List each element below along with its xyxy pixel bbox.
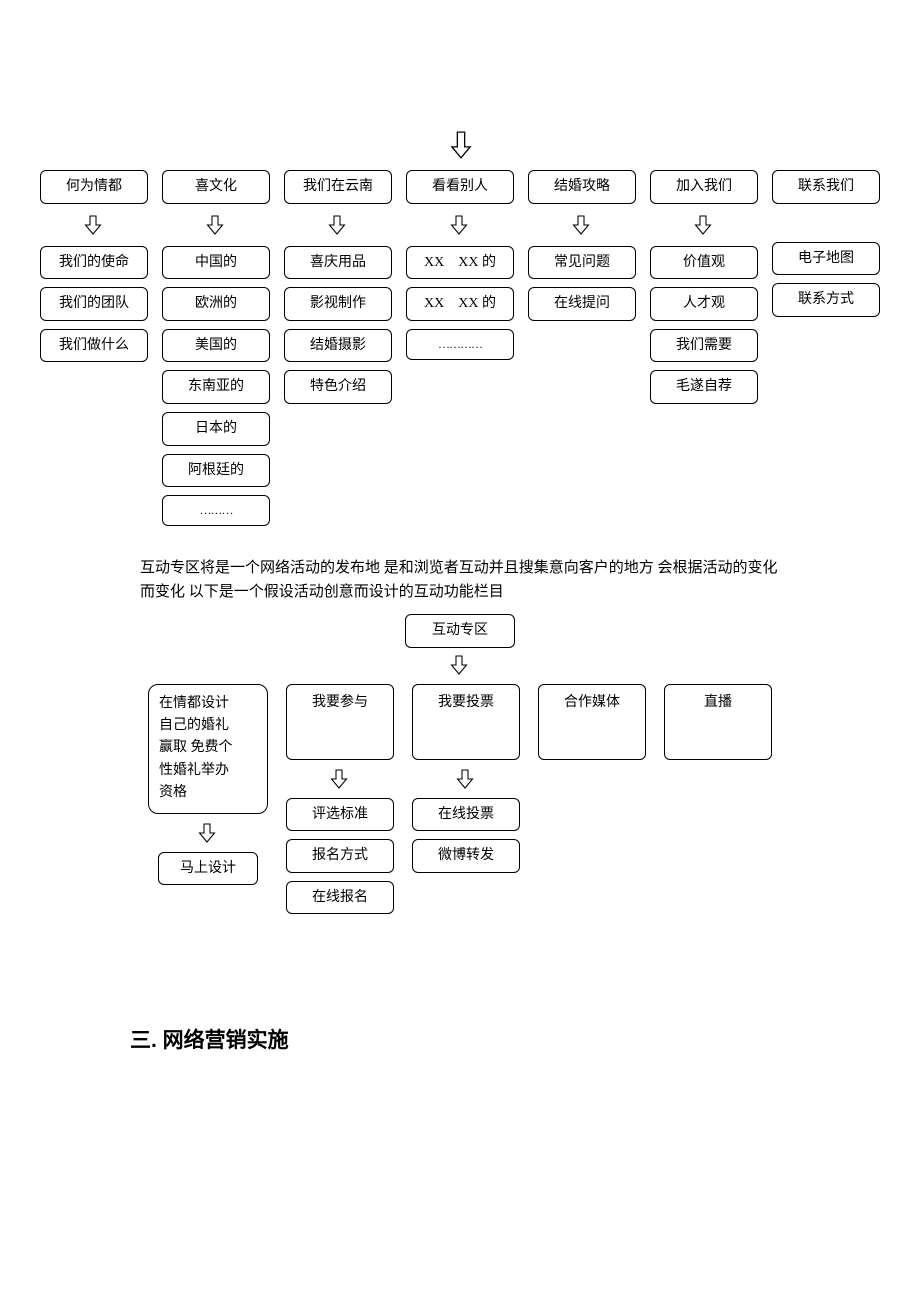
- interactive-item-box: 微博转发: [412, 839, 520, 873]
- arrow-down-icon: [450, 214, 470, 236]
- interactive-item-box: 报名方式: [286, 839, 394, 873]
- page: 何为情都我们的使命我们的团队我们做什么喜文化中国的欧洲的美国的东南亚的日本的阿根…: [0, 0, 920, 1302]
- nav-item-box: …………: [406, 329, 514, 360]
- nav-item-box: 阿根廷的: [162, 454, 270, 488]
- nav-column: 看看别人 XX XX 的 XX XX 的 …………: [406, 170, 514, 526]
- interactive-column: 我要参与评选标准报名方式在线报名: [286, 684, 394, 915]
- nav-header-box: 何为情都: [40, 170, 148, 204]
- arrow-down-icon: [84, 214, 104, 236]
- nav-item-box: 我们需要: [650, 329, 758, 363]
- nav-item-box: XX XX 的: [406, 287, 514, 321]
- nav-item-box: XX XX 的: [406, 246, 514, 280]
- arrow-down-icon: [694, 214, 714, 236]
- interactive-column: 直播: [664, 684, 772, 760]
- nav-column: 加入我们价值观人才观我们需要毛遂自荐: [650, 170, 758, 526]
- nav-column: 何为情都我们的使命我们的团队我们做什么: [40, 170, 148, 526]
- arrow-down-icon: [450, 654, 470, 676]
- interactive-intro-paragraph: 互动专区将是一个网络活动的发布地 是和浏览者互动并且搜集意向客户的地方 会根据活…: [0, 556, 920, 604]
- nav-item-box: 我们的团队: [40, 287, 148, 321]
- arrow-down-icon: [198, 822, 218, 844]
- nav-header-box: 看看别人: [406, 170, 514, 204]
- nav-sub-stack: 常见问题在线提问: [528, 246, 636, 321]
- interactive-header-box: 合作媒体: [538, 684, 646, 760]
- nav-header-box: 喜文化: [162, 170, 270, 204]
- interactive-item-box: 在线投票: [412, 798, 520, 832]
- nav-column: 联系我们电子地图联系方式: [772, 170, 880, 526]
- nav-item-box: 价值观: [650, 246, 758, 280]
- nav-item-box: 中国的: [162, 246, 270, 280]
- arrow-down-icon: [330, 768, 350, 790]
- nav-item-box: 毛遂自荐: [650, 370, 758, 404]
- nav-item-box: 人才观: [650, 287, 758, 321]
- top-arrow-container: [0, 130, 920, 160]
- nav-item-box: 东南亚的: [162, 370, 270, 404]
- nav-sub-stack: 价值观人才观我们需要毛遂自荐: [650, 246, 758, 404]
- nav-item-box: 在线提问: [528, 287, 636, 321]
- promo-column: 在情都设计自己的婚礼赢取 免费个性婚礼举办资格马上设计: [148, 684, 268, 886]
- nav-sub-stack: 电子地图联系方式: [772, 242, 880, 317]
- nav-item-box: 特色介绍: [284, 370, 392, 404]
- nav-column: 结婚攻略常见问题在线提问: [528, 170, 636, 526]
- nav-header-box: 加入我们: [650, 170, 758, 204]
- nav-sub-stack: XX XX 的 XX XX 的 …………: [406, 246, 514, 360]
- promo-action-box: 马上设计: [158, 852, 258, 886]
- interactive-header-box: 我要投票: [412, 684, 520, 760]
- nav-item-box: 联系方式: [772, 283, 880, 317]
- nav-column: 喜文化中国的欧洲的美国的东南亚的日本的阿根廷的 ………: [162, 170, 270, 526]
- interactive-header-box: 直播: [664, 684, 772, 760]
- nav-header-box: 联系我们: [772, 170, 880, 204]
- arrow-down-icon: [206, 214, 226, 236]
- nav-item-box: 常见问题: [528, 246, 636, 280]
- nav-item-box: 结婚摄影: [284, 329, 392, 363]
- nav-item-box: 电子地图: [772, 242, 880, 276]
- interactive-header-box: 我要参与: [286, 684, 394, 760]
- interactive-item-box: 在线报名: [286, 881, 394, 915]
- nav-item-box: 我们的使命: [40, 246, 148, 280]
- nav-sub-stack: 喜庆用品影视制作结婚摄影特色介绍: [284, 246, 392, 404]
- interactive-item-box: 评选标准: [286, 798, 394, 832]
- nav-header-box: 我们在云南: [284, 170, 392, 204]
- nav-item-box: ………: [162, 495, 270, 526]
- nav-column: 我们在云南喜庆用品影视制作结婚摄影特色介绍: [284, 170, 392, 526]
- nav-item-box: 喜庆用品: [284, 246, 392, 280]
- nav-header-box: 结婚攻略: [528, 170, 636, 204]
- interactive-diagram: 互动专区 在情都设计自己的婚礼赢取 免费个性婚礼举办资格马上设计我要参与评选标准…: [0, 614, 920, 914]
- arrow-down-icon: [456, 768, 476, 790]
- arrow-down-icon: [328, 214, 348, 236]
- interactive-column: 我要投票在线投票微博转发: [412, 684, 520, 873]
- section-heading: 三. 网络营销实施: [0, 1024, 920, 1054]
- nav-sub-stack: 我们的使命我们的团队我们做什么: [40, 246, 148, 363]
- nav-item-box: 影视制作: [284, 287, 392, 321]
- promo-box: 在情都设计自己的婚礼赢取 免费个性婚礼举办资格: [148, 684, 268, 814]
- nav-item-box: 日本的: [162, 412, 270, 446]
- nav-item-box: 欧洲的: [162, 287, 270, 321]
- interactive-column: 合作媒体: [538, 684, 646, 760]
- nav-sub-stack: 中国的欧洲的美国的东南亚的日本的阿根廷的 ………: [162, 246, 270, 526]
- interactive-root-box: 互动专区: [405, 614, 515, 648]
- arrow-down-icon: [450, 130, 470, 160]
- nav-sitemap: 何为情都我们的使命我们的团队我们做什么喜文化中国的欧洲的美国的东南亚的日本的阿根…: [0, 170, 920, 526]
- arrow-down-icon: [572, 214, 592, 236]
- nav-item-box: 美国的: [162, 329, 270, 363]
- nav-item-box: 我们做什么: [40, 329, 148, 363]
